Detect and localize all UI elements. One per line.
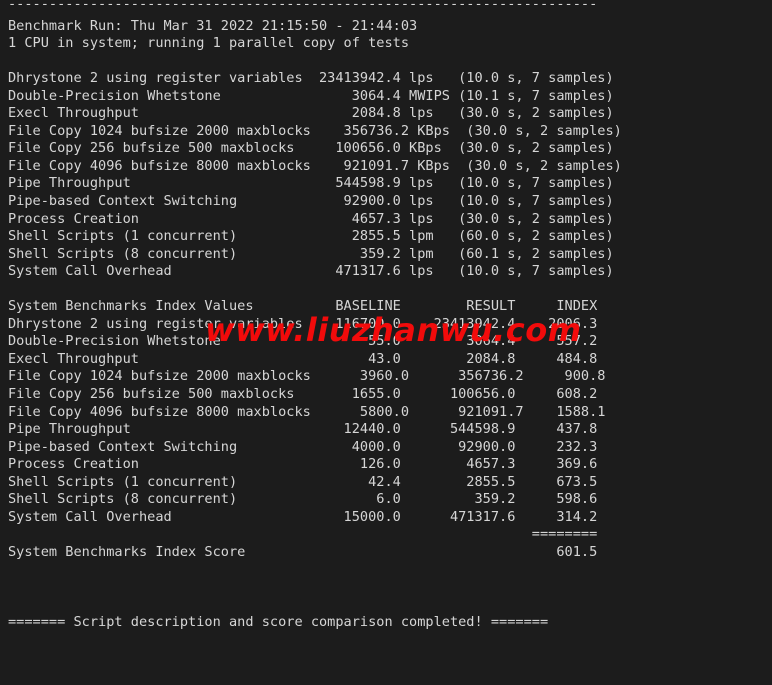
benchmark-result-line: File Copy 1024 bufsize 2000 maxblocks 35… [8, 123, 622, 141]
benchmark-result-line: File Copy 256 bufsize 500 maxblocks 1006… [8, 140, 622, 158]
index-table-header: System Benchmarks Index Values BASELINE … [8, 298, 622, 316]
benchmark-result-line: System Call Overhead 471317.6 lps (10.0 … [8, 263, 622, 281]
index-table-row: Dhrystone 2 using register variables 116… [8, 316, 622, 334]
benchmark-result-line: Process Creation 4657.3 lps (30.0 s, 2 s… [8, 211, 622, 229]
index-table-row: Process Creation 126.0 4657.3 369.6 [8, 456, 622, 474]
index-table-row: System Call Overhead 15000.0 471317.6 31… [8, 509, 622, 527]
index-table-row: Execl Throughput 43.0 2084.8 484.8 [8, 351, 622, 369]
terminal-output: Benchmark Run: Thu Mar 31 2022 21:15:50 … [0, 0, 622, 632]
terminal-window: ----------------------------------------… [0, 0, 772, 685]
benchmark-result-line: Double-Precision Whetstone 3064.4 MWIPS … [8, 88, 622, 106]
index-table-row: Shell Scripts (8 concurrent) 6.0 359.2 5… [8, 491, 622, 509]
score-separator: ======== [8, 526, 622, 544]
blank-line [8, 562, 622, 580]
blank-line [8, 0, 622, 18]
benchmark-result-line: Pipe-based Context Switching 92900.0 lps… [8, 193, 622, 211]
index-table-row: Pipe-based Context Switching 4000.0 9290… [8, 439, 622, 457]
index-score-line: System Benchmarks Index Score 601.5 [8, 544, 622, 562]
index-table-row: Pipe Throughput 12440.0 544598.9 437.8 [8, 421, 622, 439]
blank-line [8, 281, 622, 299]
blank-line [8, 597, 622, 615]
index-table-row: Double-Precision Whetstone 55.0 3064.4 5… [8, 333, 622, 351]
benchmark-run-line: Benchmark Run: Thu Mar 31 2022 21:15:50 … [8, 18, 622, 36]
footer-line: ======= Script description and score com… [8, 614, 622, 632]
index-table-row: File Copy 4096 bufsize 8000 maxblocks 58… [8, 404, 622, 422]
benchmark-result-line: Pipe Throughput 544598.9 lps (10.0 s, 7 … [8, 175, 622, 193]
benchmark-result-line: Shell Scripts (1 concurrent) 2855.5 lpm … [8, 228, 622, 246]
benchmark-result-line: Shell Scripts (8 concurrent) 359.2 lpm (… [8, 246, 622, 264]
benchmark-result-line: Execl Throughput 2084.8 lps (30.0 s, 2 s… [8, 105, 622, 123]
blank-line [8, 579, 622, 597]
benchmark-result-line: Dhrystone 2 using register variables 234… [8, 70, 622, 88]
index-table-row: Shell Scripts (1 concurrent) 42.4 2855.5… [8, 474, 622, 492]
index-table-row: File Copy 256 bufsize 500 maxblocks 1655… [8, 386, 622, 404]
benchmark-result-line: File Copy 4096 bufsize 8000 maxblocks 92… [8, 158, 622, 176]
cpu-info-line: 1 CPU in system; running 1 parallel copy… [8, 35, 622, 53]
index-table-row: File Copy 1024 bufsize 2000 maxblocks 39… [8, 368, 622, 386]
blank-line [8, 53, 622, 71]
